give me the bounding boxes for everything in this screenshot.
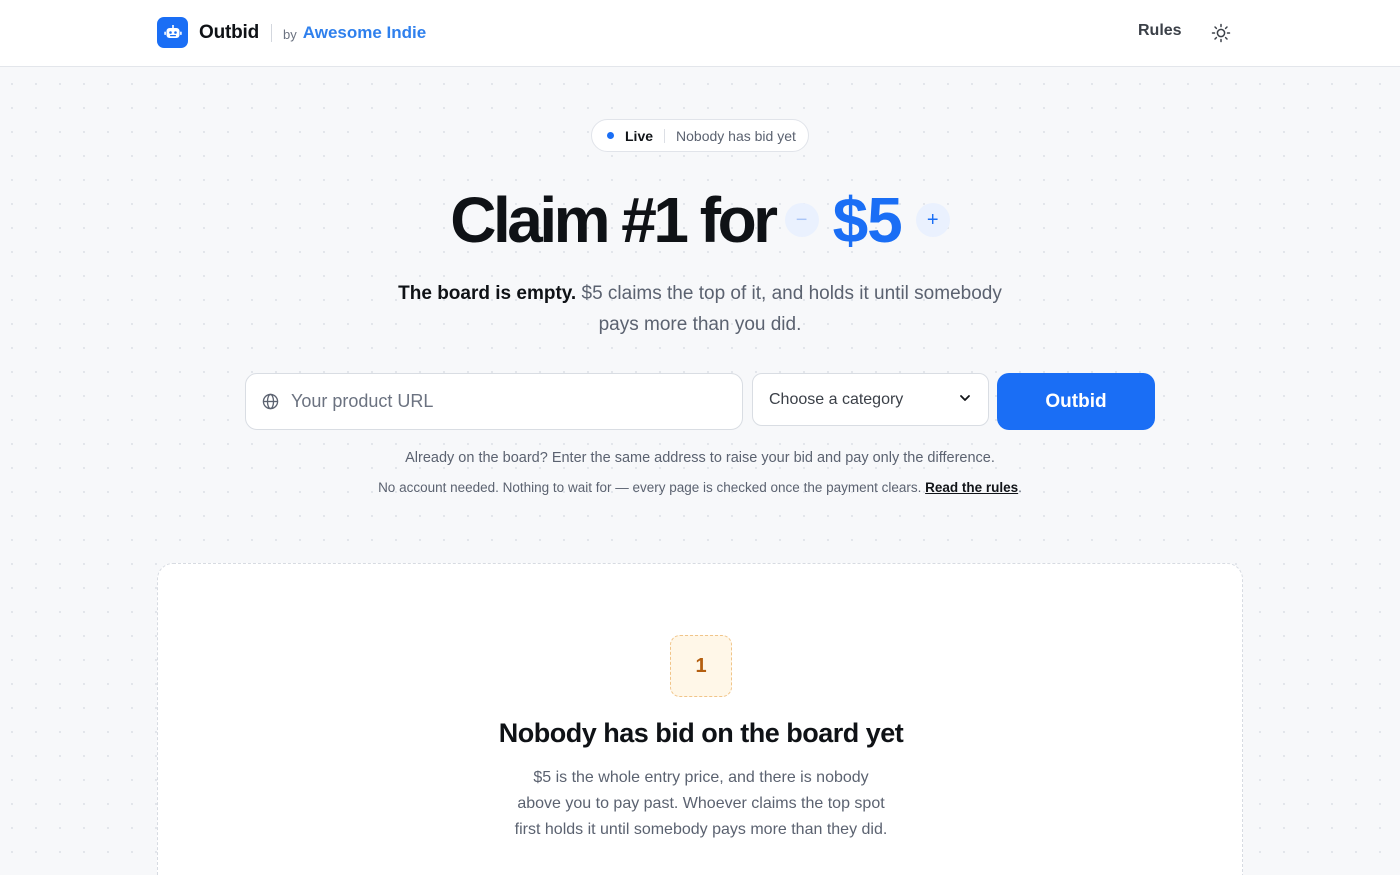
product-url-input[interactable] (291, 391, 711, 412)
rank-badge: 1 (670, 635, 732, 697)
live-status-pill: Live Nobody has bid yet (591, 119, 809, 152)
decrease-bid-button[interactable]: − (784, 203, 819, 237)
nav-rules-link[interactable]: Rules (1138, 22, 1182, 40)
headline-text: Claim #1 for (450, 184, 778, 256)
no-account-text: No account needed. Nothing to wait for —… (378, 480, 926, 495)
author-link[interactable]: Awesome Indie (303, 23, 426, 43)
product-url-field[interactable] (245, 373, 743, 430)
hero-subtitle: The board is empty. $5 claims the top of… (380, 278, 1020, 340)
brand-by-label: by (283, 26, 297, 42)
brand-name: Outbid (199, 21, 260, 43)
increase-bid-button[interactable]: + (915, 203, 950, 237)
hero-headline: Claim #1 for − $5 + (0, 180, 1400, 260)
brand-divider (271, 23, 273, 42)
empty-board-title: Nobody has bid on the board yet (498, 718, 904, 748)
subtitle-text: $5 claims the top of it, and holds it un… (576, 283, 1002, 335)
pill-divider (664, 128, 666, 143)
bid-status-text: Nobody has bid yet (676, 127, 796, 144)
live-dot-icon (607, 132, 614, 139)
read-rules-link[interactable]: Read the rules (925, 480, 1018, 495)
robot-icon (157, 17, 188, 48)
empty-board-description: $5 is the whole entry price, and there i… (514, 769, 888, 838)
no-account-note: No account needed. Nothing to wait for —… (0, 480, 1400, 495)
theme-toggle-button[interactable] (1208, 20, 1234, 46)
globe-icon (262, 393, 279, 410)
category-select[interactable]: Choose a category (752, 373, 989, 426)
bid-price: $5 (832, 184, 903, 256)
note-period: . (1018, 480, 1022, 495)
subtitle-emphasis: The board is empty. (398, 283, 577, 304)
outbid-submit-button[interactable]: Outbid (997, 373, 1155, 430)
category-selected-value: Choose a category (769, 390, 904, 408)
live-label: Live (625, 127, 654, 144)
sun-icon (1211, 23, 1231, 43)
raise-bid-note: Already on the board? Enter the same add… (405, 450, 995, 466)
brand[interactable]: Outbid by Awesome Indie (157, 17, 426, 48)
top-navigation-bar: Outbid by Awesome Indie Rules (0, 0, 1400, 67)
leaderboard-card: 1 Nobody has bid on the board yet $5 is … (157, 563, 1243, 875)
chevron-down-icon (960, 395, 970, 401)
